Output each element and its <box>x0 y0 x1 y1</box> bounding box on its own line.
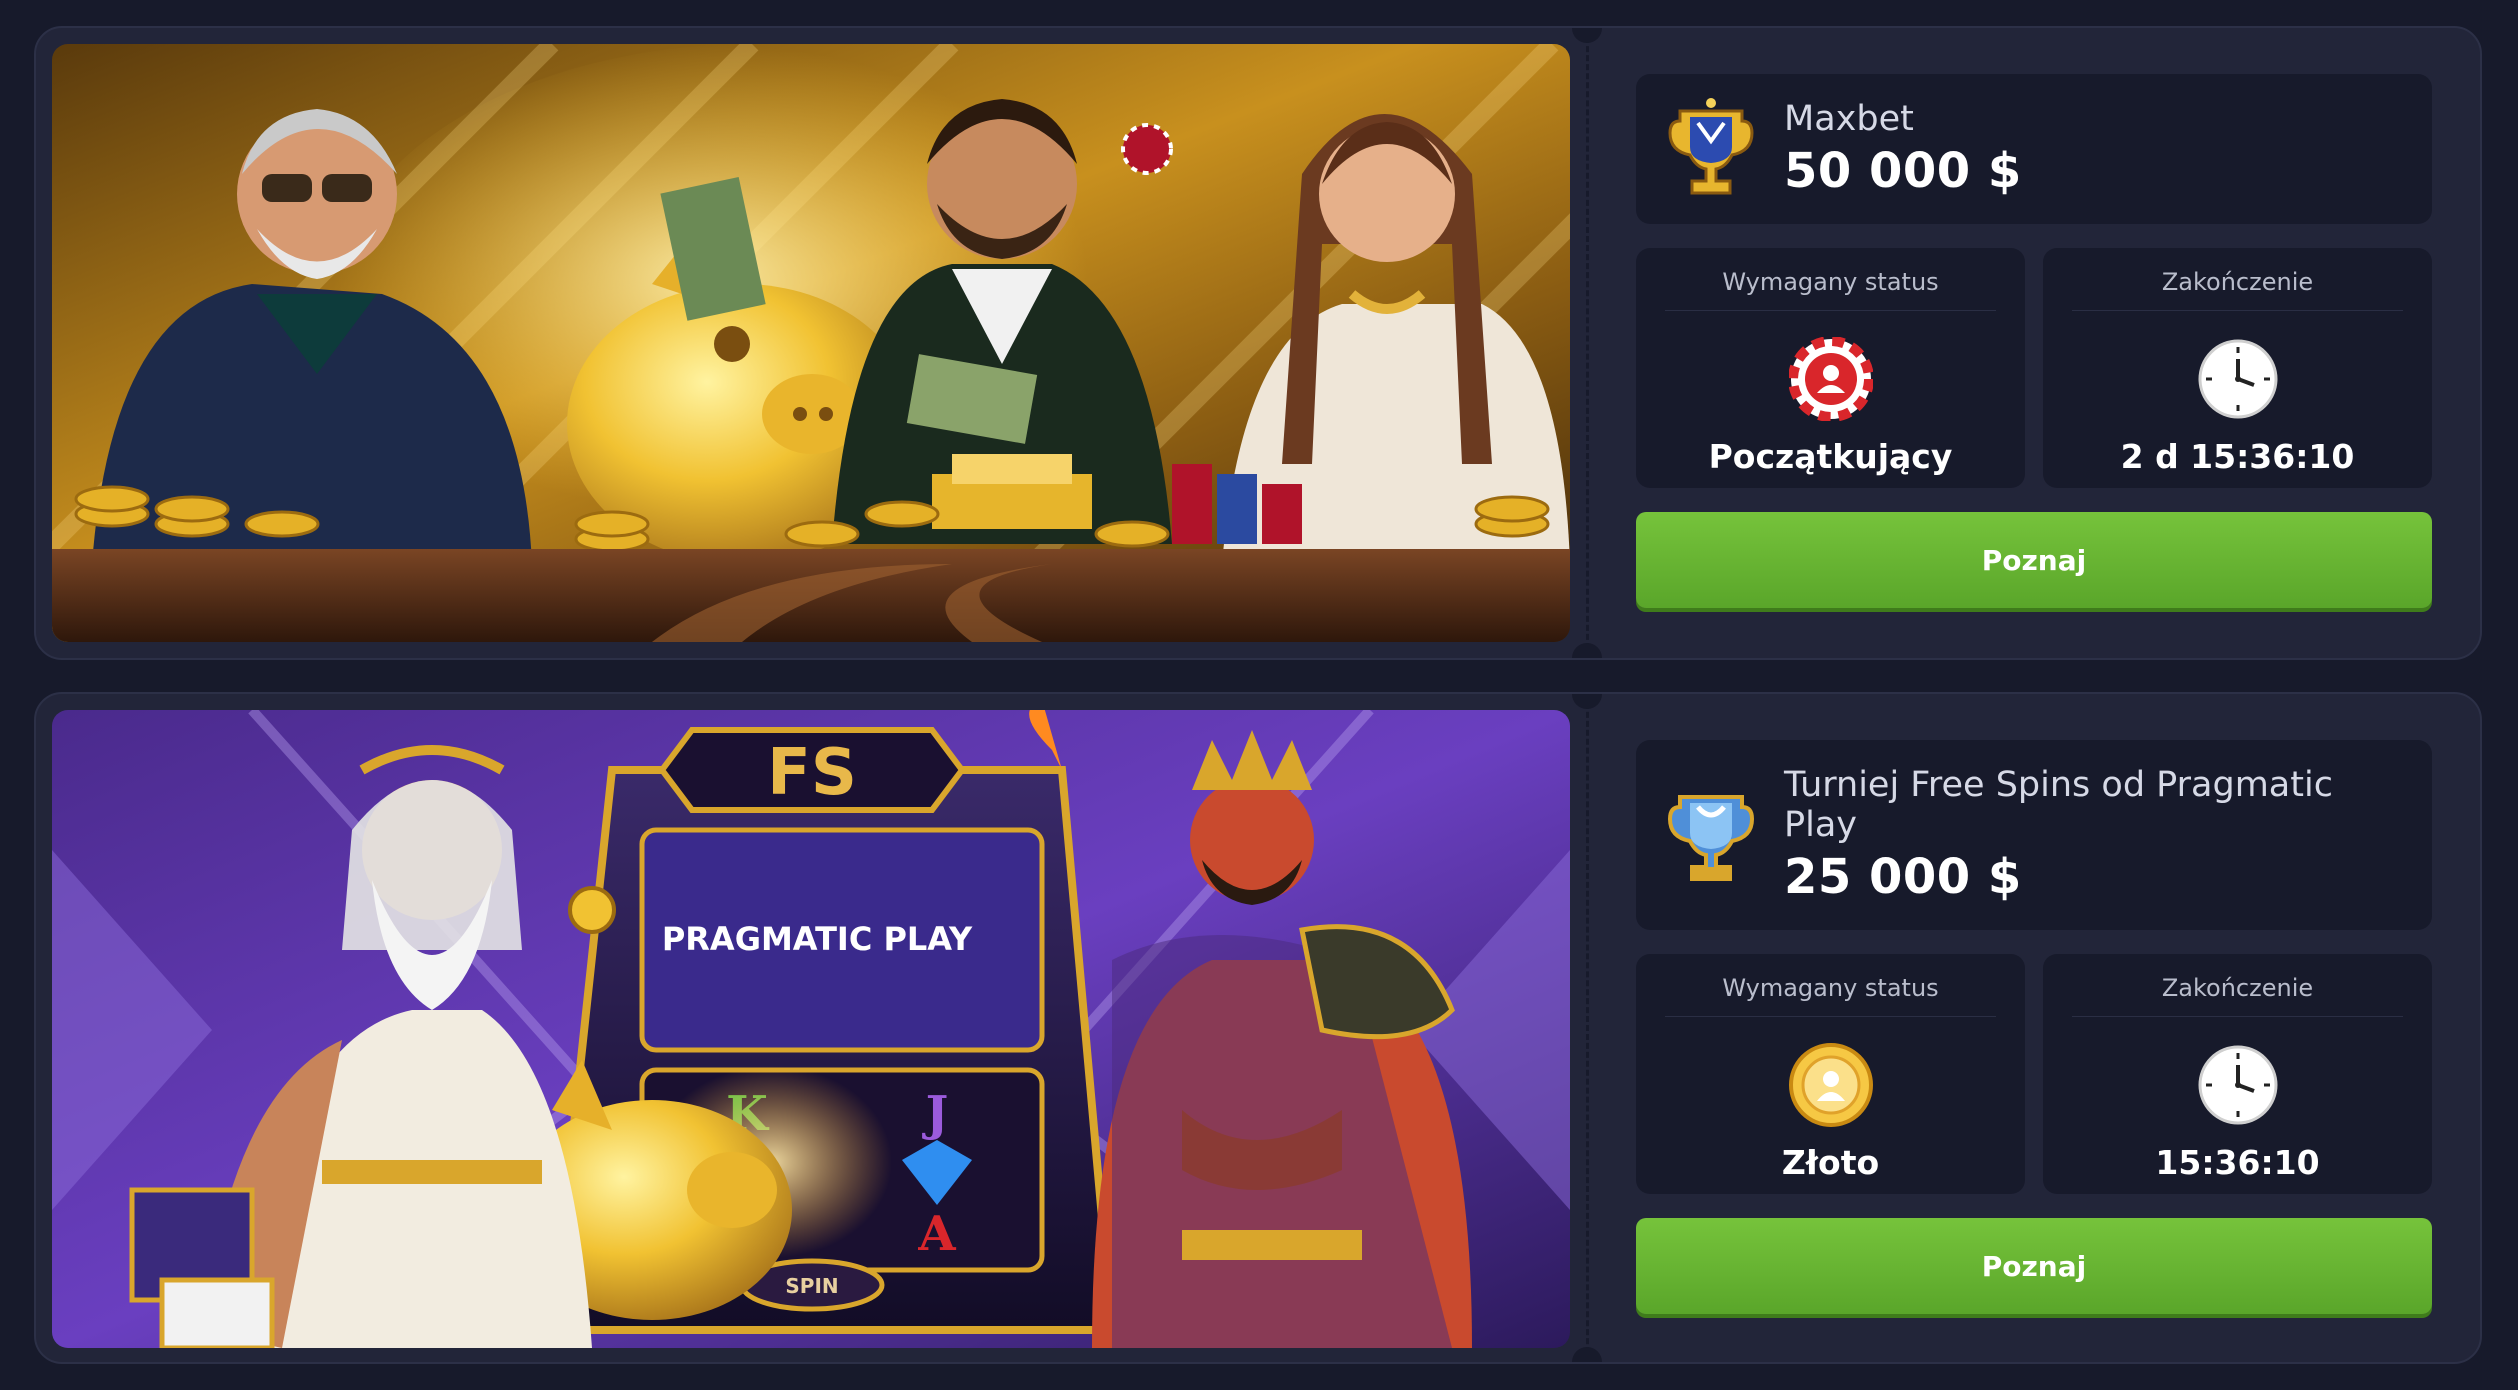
stat-title: Zakończenie <box>2072 268 2403 311</box>
fs-label: FS <box>767 736 857 810</box>
tournament-card-pragmatic: FS PRAGMATIC PLAY K J Q A SPIN <box>34 692 2482 1364</box>
required-status-value: Początkujący <box>1708 437 1953 476</box>
tournament-banner-image[interactable] <box>52 44 1570 642</box>
tournament-card-maxbet: Maxbet 50 000 $ Wymagany status Początku… <box>34 26 2482 660</box>
stat-title: Wymagany status <box>1665 268 1996 311</box>
card-divider <box>1586 28 1589 658</box>
stats-row: Wymagany status Początkujący Zakończenie <box>1636 248 2432 488</box>
ticket-notch <box>1572 28 1602 43</box>
clock-icon <box>2198 1045 2277 1125</box>
blue-trophy-icon <box>1668 795 1754 881</box>
tournament-details: Turniej Free Spins od Pragmatic Play 25 … <box>1636 740 2432 1314</box>
required-status-box: Wymagany status Początkujący <box>1636 248 2025 488</box>
ticket-notch <box>1572 1347 1602 1362</box>
ticket-notch <box>1572 694 1602 709</box>
clock-icon <box>2198 339 2277 419</box>
end-time-box: Zakończenie 15:36:10 <box>2043 954 2432 1194</box>
stats-row: Wymagany status Złoto Zakończenie 15:36:… <box>1636 954 2432 1194</box>
ticket-notch <box>1572 643 1602 658</box>
tournament-banner-image[interactable]: FS PRAGMATIC PLAY K J Q A SPIN <box>52 710 1570 1348</box>
banner-illustration <box>52 44 1570 642</box>
stat-title: Wymagany status <box>1665 974 1996 1017</box>
end-time-box: Zakończenie 2 d 15:36:10 <box>2043 248 2432 488</box>
gold-trophy-icon <box>1668 98 1754 195</box>
prize-box: Turniej Free Spins od Pragmatic Play 25 … <box>1636 740 2432 930</box>
banner-illustration: FS PRAGMATIC PLAY K J Q A SPIN <box>52 710 1570 1348</box>
end-time-value: 2 d 15:36:10 <box>2120 437 2355 476</box>
prize-amount: 50 000 $ <box>1784 143 2022 200</box>
tournament-details: Maxbet 50 000 $ Wymagany status Początku… <box>1636 74 2432 608</box>
gold-badge-icon <box>1788 1043 1873 1127</box>
required-status-box: Wymagany status Złoto <box>1636 954 2025 1194</box>
prize-box: Maxbet 50 000 $ <box>1636 74 2432 224</box>
learn-more-button[interactable]: Poznaj <box>1636 512 2432 608</box>
tournament-name: Maxbet <box>1784 98 1914 139</box>
card-divider <box>1586 694 1589 1362</box>
learn-more-button[interactable]: Poznaj <box>1636 1218 2432 1314</box>
prize-amount: 25 000 $ <box>1784 849 2022 906</box>
provider-logo: PRAGMATIC PLAY <box>662 920 973 958</box>
stat-title: Zakończenie <box>2072 974 2403 1017</box>
beginner-badge-icon <box>1788 337 1873 421</box>
tournament-name: Turniej Free Spins od Pragmatic Play <box>1784 764 2333 845</box>
end-time-value: 15:36:10 <box>2155 1143 2320 1182</box>
required-status-value: Złoto <box>1781 1143 1880 1182</box>
